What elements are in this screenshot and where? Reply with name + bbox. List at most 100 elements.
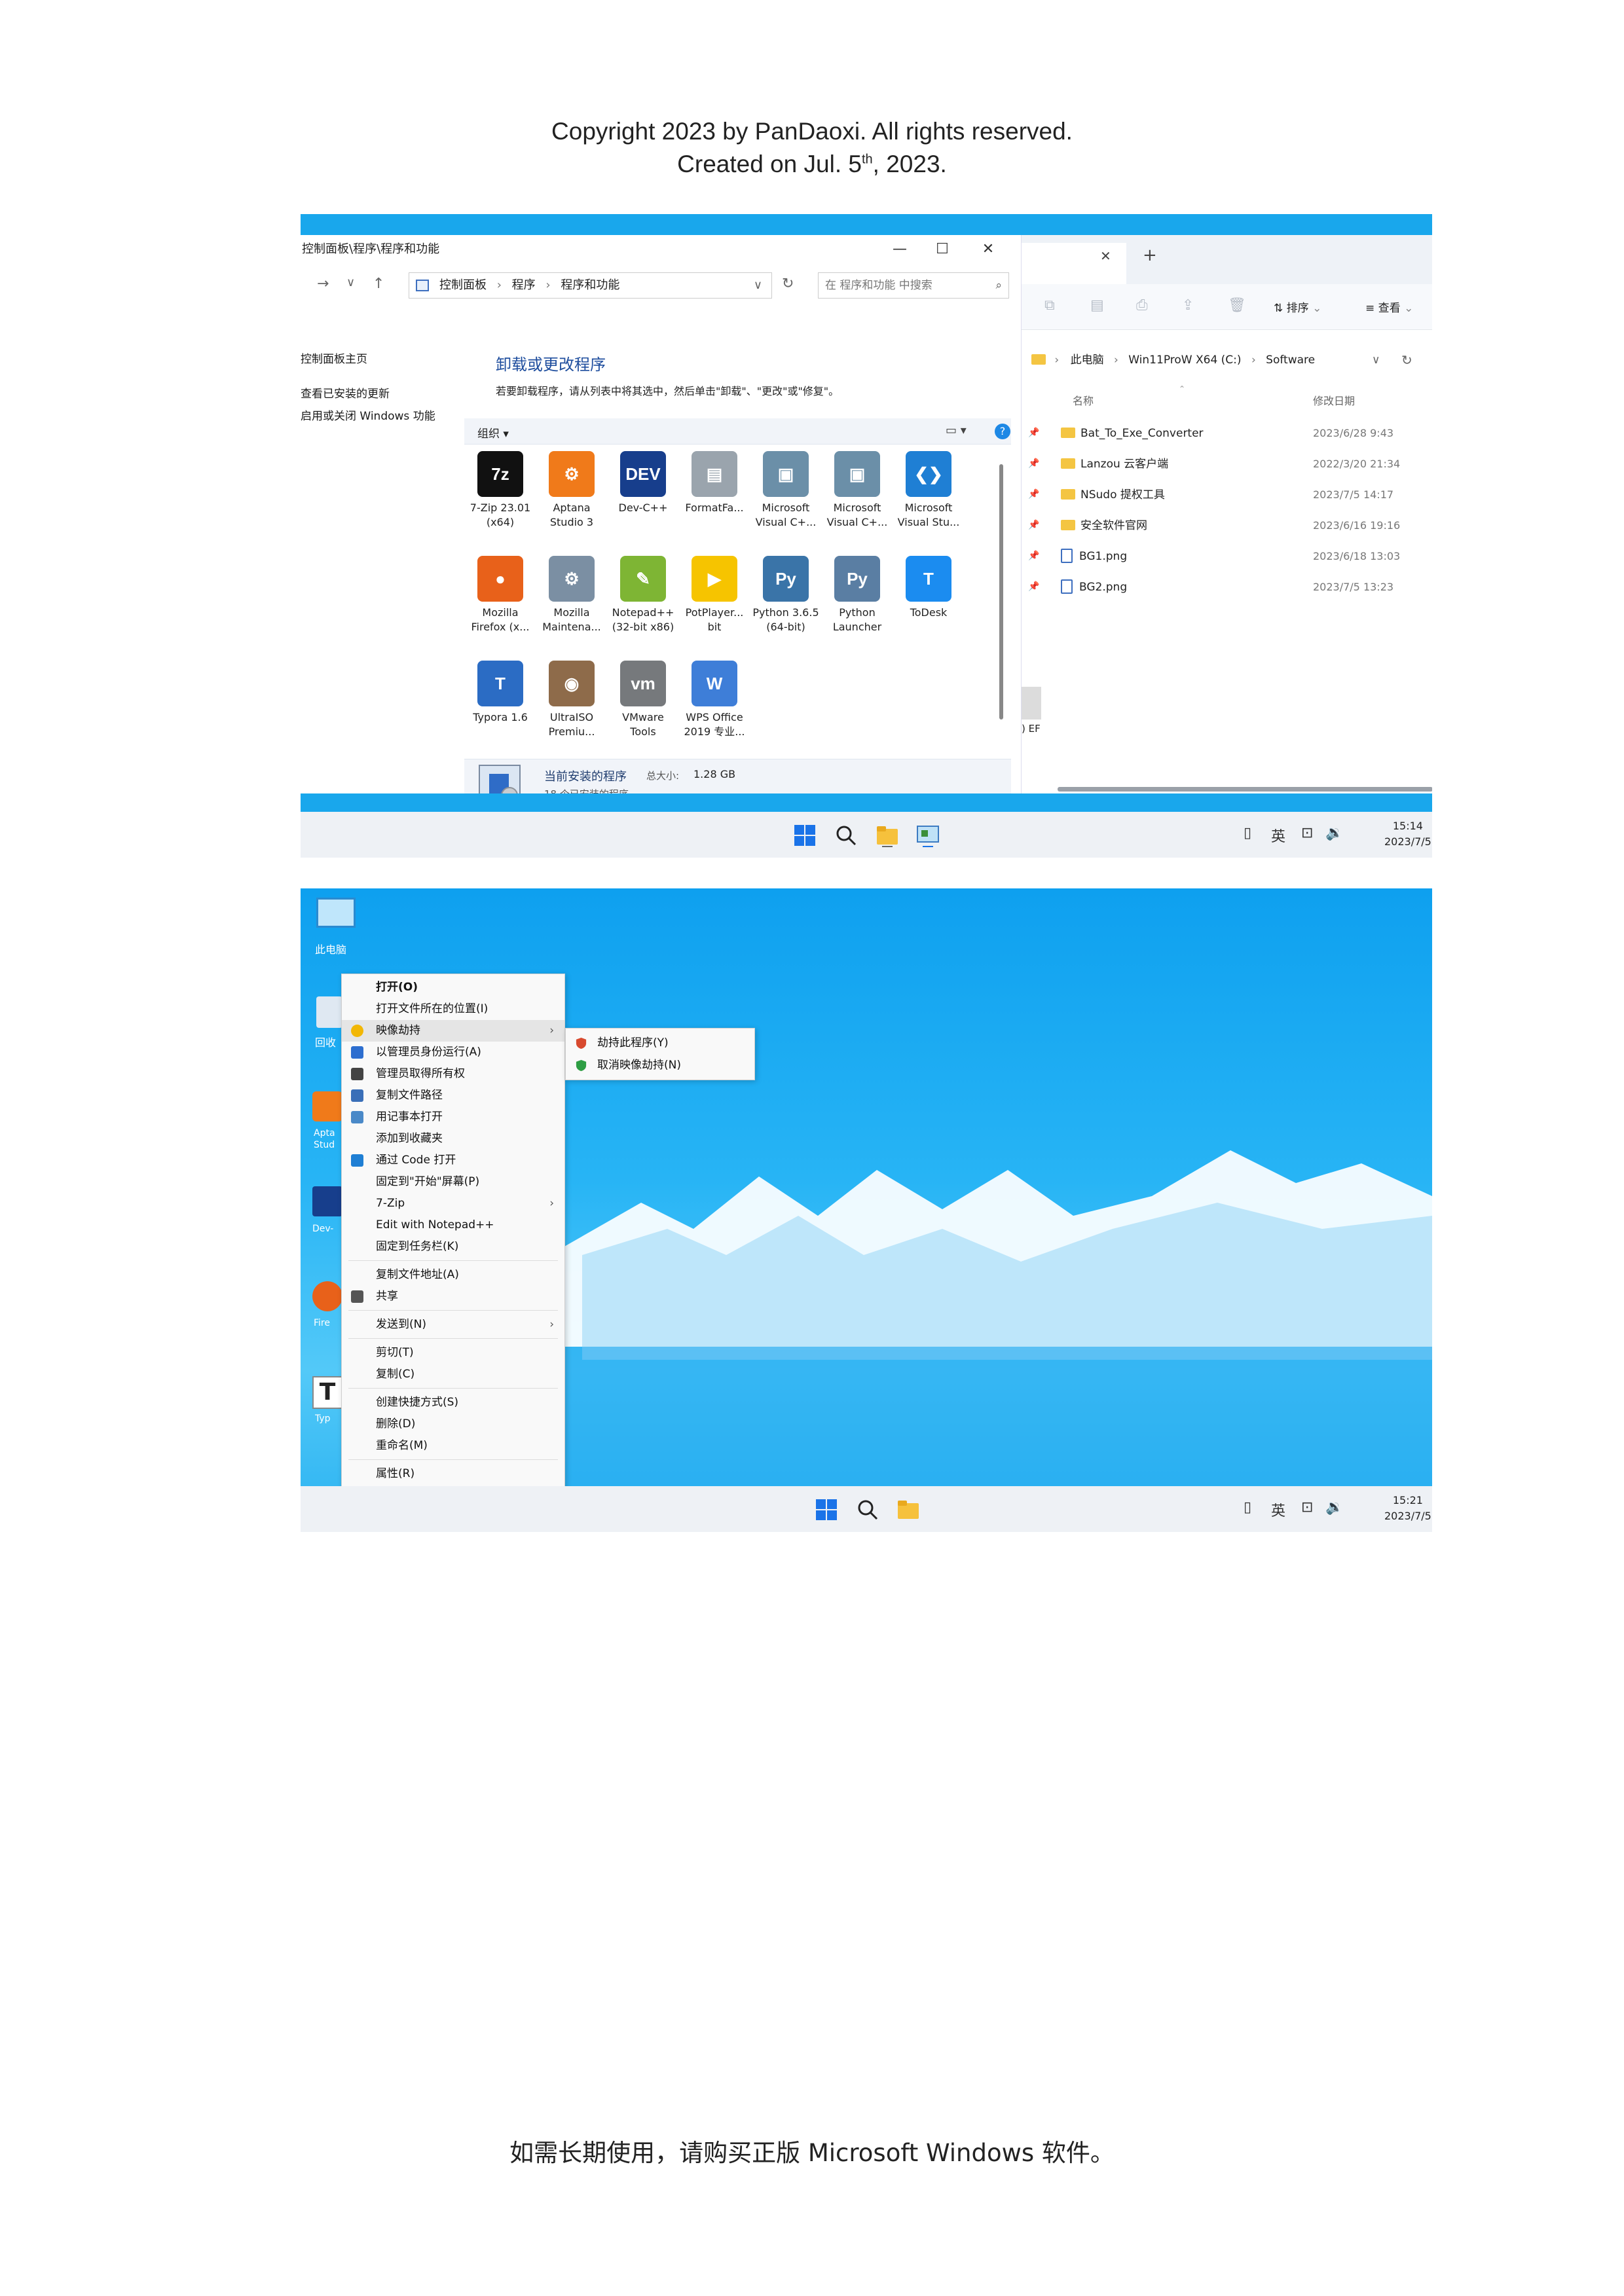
paste-icon[interactable]: ▤: [1090, 297, 1104, 314]
refresh-icon[interactable]: ↻: [782, 276, 794, 292]
desktop-label-typora[interactable]: Typ: [315, 1413, 342, 1424]
crumb-programs-features[interactable]: 程序和功能: [561, 278, 619, 292]
context-menu-item[interactable]: 通过 Code 打开: [342, 1150, 564, 1171]
minimize-button[interactable]: —: [890, 240, 910, 260]
context-menu-item[interactable]: 添加到收藏夹: [342, 1128, 564, 1150]
pin-icon[interactable]: 📌: [1028, 458, 1039, 469]
program-item[interactable]: ▤ FormatFa...: [678, 451, 750, 515]
refresh-icon[interactable]: ↻: [1401, 345, 1412, 375]
search-icon[interactable]: [856, 1498, 879, 1522]
program-item[interactable]: ▣ Microsoft Visual C+...: [750, 451, 822, 530]
context-menu-item[interactable]: 7-Zip ›: [342, 1193, 564, 1214]
chevron-down-icon[interactable]: ∨: [1372, 345, 1380, 375]
context-menu-item[interactable]: 固定到任务栏(K): [342, 1236, 564, 1258]
clock[interactable]: 15:21 2023/7/5: [1384, 1493, 1431, 1524]
context-menu-item[interactable]: 以管理员身份运行(A): [342, 1042, 564, 1063]
column-date[interactable]: 修改日期: [1313, 392, 1355, 408]
context-menu-item[interactable]: 属性(R): [342, 1463, 564, 1485]
context-menu-item[interactable]: 打开(O): [342, 977, 564, 998]
desktop-label-firefox[interactable]: Fire: [314, 1318, 342, 1328]
file-row[interactable]: BG2.png 2023/7/5 13:23: [1061, 572, 1428, 602]
breadcrumb[interactable]: 控制面板 › 程序 › 程序和功能 ∨: [409, 272, 772, 299]
pin-icon[interactable]: 📌: [1028, 520, 1039, 530]
copy-icon[interactable]: ⧉: [1044, 297, 1055, 314]
program-item[interactable]: 7z 7-Zip 23.01 (x64): [464, 451, 536, 530]
context-menu-item[interactable]: 发送到(N) ›: [342, 1314, 564, 1336]
share-icon[interactable]: ⇪: [1182, 297, 1194, 314]
recent-icon[interactable]: ∨: [346, 276, 355, 289]
context-menu-item[interactable]: 删除(D): [342, 1413, 564, 1435]
program-item[interactable]: ● Mozilla Firefox (x...: [464, 556, 536, 634]
program-item[interactable]: Py Python Launcher: [821, 556, 893, 634]
file-row[interactable]: 安全软件官网 2023/6/16 19:16: [1061, 511, 1428, 541]
program-item[interactable]: vm VMware Tools: [607, 661, 679, 739]
pin-icon[interactable]: 📌: [1028, 551, 1039, 561]
network-icon[interactable]: ⊡: [1301, 1499, 1313, 1516]
organize-button[interactable]: 组织 ▾: [477, 424, 509, 441]
volume-icon[interactable]: 🔉: [1325, 1499, 1343, 1516]
sort-button[interactable]: ⇅ 排序 ⌄: [1274, 299, 1321, 315]
up-icon[interactable]: ↑: [373, 276, 384, 292]
program-item[interactable]: ▣ Microsoft Visual C+...: [821, 451, 893, 530]
program-item[interactable]: ⚙ Mozilla Maintena...: [536, 556, 608, 634]
context-menu-item[interactable]: 映像劫持 ›: [342, 1020, 564, 1042]
crumb-drive[interactable]: Win11ProW X64 (C:): [1128, 354, 1241, 367]
aptana-desktop-icon[interactable]: [312, 1091, 342, 1121]
pin-icon[interactable]: 📌: [1028, 428, 1039, 438]
program-item[interactable]: T ToDesk: [893, 556, 965, 620]
input-language[interactable]: 英: [1271, 1499, 1285, 1520]
file-row[interactable]: Bat_To_Exe_Converter 2023/6/28 9:43: [1061, 418, 1428, 448]
desktop-label-aptana[interactable]: Apta Stud: [314, 1127, 342, 1151]
pin-icon[interactable]: 📌: [1028, 581, 1039, 592]
usb-icon[interactable]: ▯: [1244, 825, 1251, 841]
pin-icon[interactable]: 📌: [1028, 489, 1039, 500]
search-input[interactable]: 在 程序和功能 中搜索 ⌕: [818, 272, 1009, 299]
devcpp-desktop-icon[interactable]: [312, 1186, 342, 1216]
context-menu-item[interactable]: 共享: [342, 1286, 564, 1307]
program-item[interactable]: DEV Dev-C++: [607, 451, 679, 515]
file-row[interactable]: Lanzou 云客户端 2022/3/20 21:34: [1061, 449, 1428, 479]
context-menu-item[interactable]: 复制文件地址(A): [342, 1264, 564, 1286]
hijack-this-program[interactable]: 劫持此程序(Y): [566, 1032, 754, 1054]
context-menu-item[interactable]: 剪切(T): [342, 1342, 564, 1364]
program-item[interactable]: ✎ Notepad++ (32-bit x86): [607, 556, 679, 634]
volume-icon[interactable]: 🔉: [1325, 825, 1343, 841]
program-item[interactable]: ❮❯ Microsoft Visual Stu...: [893, 451, 965, 530]
scrollbar[interactable]: [999, 464, 1003, 720]
control-panel-taskbar-icon[interactable]: [916, 824, 940, 847]
typora-desktop-icon[interactable]: T: [312, 1376, 342, 1409]
rename-icon[interactable]: ⎙: [1136, 297, 1148, 314]
chevron-down-icon[interactable]: ∨: [754, 273, 762, 298]
program-item[interactable]: ◉ UltraISO Premiu...: [536, 661, 608, 739]
explorer-breadcrumb[interactable]: › 此电脑 › Win11ProW X64 (C:) › Software ∨ …: [1022, 345, 1432, 375]
context-menu-item[interactable]: 复制(C): [342, 1364, 564, 1385]
program-item[interactable]: W WPS Office 2019 专业...: [678, 661, 750, 739]
sidebar-item-updates[interactable]: 查看已安装的更新: [301, 384, 390, 401]
sidebar-item-features[interactable]: 启用或关闭 Windows 功能: [301, 407, 435, 423]
program-item[interactable]: T Typora 1.6: [464, 661, 536, 725]
back-icon[interactable]: →: [317, 276, 329, 292]
context-menu-item[interactable]: 重命名(M): [342, 1435, 564, 1457]
crumb-programs[interactable]: 程序: [512, 278, 536, 292]
file-explorer-icon[interactable]: [896, 1498, 920, 1522]
program-item[interactable]: Py Python 3.6.5 (64-bit): [750, 556, 822, 634]
file-row[interactable]: BG1.png 2023/6/18 13:03: [1061, 541, 1428, 572]
context-menu-item[interactable]: 创建快捷方式(S): [342, 1392, 564, 1413]
start-icon[interactable]: [793, 824, 817, 847]
context-menu-item[interactable]: 固定到"开始"屏幕(P): [342, 1171, 564, 1193]
tab-add-icon[interactable]: +: [1143, 246, 1157, 265]
tab-close-icon[interactable]: ✕: [1100, 248, 1111, 264]
crumb-this-pc[interactable]: 此电脑: [1071, 354, 1104, 367]
horizontal-scrollbar[interactable]: [1058, 787, 1432, 792]
desktop-label-devcpp[interactable]: Dev-: [312, 1224, 342, 1234]
delete-icon[interactable]: 🗑: [1228, 297, 1246, 314]
clock[interactable]: 15:14 2023/7/5: [1384, 818, 1431, 850]
recycle-bin-icon[interactable]: [316, 996, 342, 1028]
context-menu-item[interactable]: 管理员取得所有权: [342, 1063, 564, 1085]
program-item[interactable]: ⚙ Aptana Studio 3: [536, 451, 608, 530]
context-menu-item[interactable]: 打开文件所在的位置(I): [342, 998, 564, 1020]
start-icon[interactable]: [815, 1498, 838, 1522]
maximize-button[interactable]: ☐: [932, 240, 952, 260]
context-menu-item[interactable]: 复制文件路径: [342, 1085, 564, 1106]
usb-icon[interactable]: ▯: [1244, 1499, 1251, 1516]
